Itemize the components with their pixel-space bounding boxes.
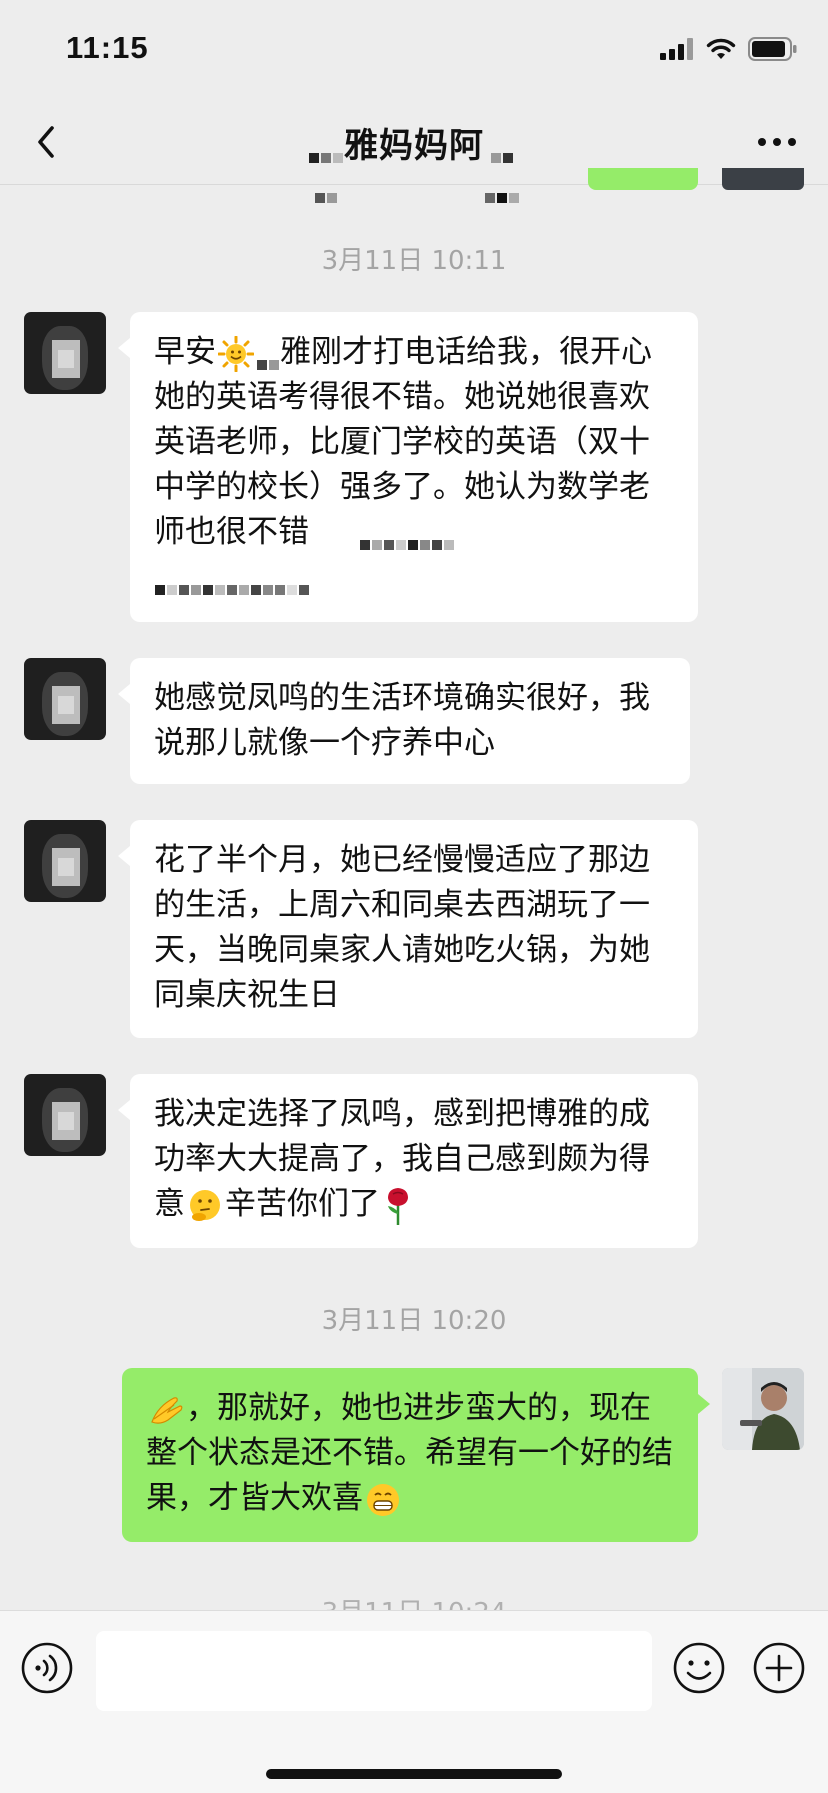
redaction-mosaic [256,339,280,370]
battery-icon [748,37,797,61]
message-bubble[interactable]: 我决定选择了凤鸣，感到把博雅的成功率大大提高了，我自己感到颇为得意 辛苦你们了 [118,1074,698,1248]
my-message-bubble[interactable]: ，那就好，她也进步蛮大的，现在整个状态是还不错。希望有一个好的结果，才皆大欢喜 [122,1368,710,1542]
smiley-icon[interactable] [672,1641,726,1695]
avatar[interactable] [24,1074,106,1156]
rose-emoji-icon [388,1187,408,1225]
redaction-mosaic [359,519,455,550]
message-timestamp: 3月11日 10:11 [321,246,507,276]
plus-icon[interactable] [752,1641,806,1695]
input-bar [0,1610,828,1793]
message-timestamp: 3月11日 10:20 [321,1306,507,1336]
redaction-mosaic [308,133,344,203]
message-text: 花了半个月，她已经慢慢适应了那边的生活，上周六和同桌去西湖玩了一天，当晚同桌家人… [154,842,650,1013]
sun-emoji-icon [218,335,254,372]
redaction-mosaic [484,133,520,203]
chat-title: 雅妈妈阿 [150,118,678,203]
message-input[interactable] [96,1631,652,1711]
wifi-icon [706,38,736,59]
home-indicator [266,1769,562,1779]
message-text: 她感觉凤鸣的生活环境确实很好，我说那儿就像一个疗养中心 [154,680,650,761]
message-bubble[interactable]: 花了半个月，她已经慢慢适应了那边的生活，上周六和同桌去西湖玩了一天，当晚同桌家人… [118,820,698,1038]
voice-icon[interactable] [20,1641,74,1695]
message-bubble[interactable]: 她感觉凤鸣的生活环境确实很好，我说那儿就像一个疗养中心 [118,658,690,784]
thinking-emoji-icon [190,1189,220,1221]
message-text: 早安 [154,334,216,370]
redaction-mosaic [154,564,310,595]
previous-message-stub [588,168,698,190]
avatar[interactable] [24,820,106,902]
chevron-left-icon[interactable] [26,118,70,166]
chat-header: 雅妈妈阿 [0,100,828,203]
message-text: ，那就好，她也进步蛮大的，现在整个状态是还不错。希望有一个好的结果，才皆大欢喜 [146,1390,673,1516]
avatar[interactable] [24,312,106,394]
chat-title-text: 雅妈妈阿 [344,126,484,166]
status-bar: 11:15 [0,0,828,100]
signal-icon [660,38,693,60]
clap-emoji-icon [151,1396,183,1424]
message-text: 辛苦你们了 [225,1186,380,1222]
grin-emoji-icon [367,1483,399,1516]
message-bubble[interactable]: 早安 雅刚才打电话给我，很开心她的英语考得很不错。她说她很喜欢英语老师，比厦门学… [118,312,698,622]
status-time: 11:15 [66,30,149,65]
more-dots-icon[interactable] [752,122,802,162]
avatar[interactable] [24,658,106,740]
previous-avatar-stub [722,168,804,190]
my-avatar[interactable] [722,1368,804,1450]
status-icons [660,34,798,64]
avatar-photo [722,1368,804,1450]
